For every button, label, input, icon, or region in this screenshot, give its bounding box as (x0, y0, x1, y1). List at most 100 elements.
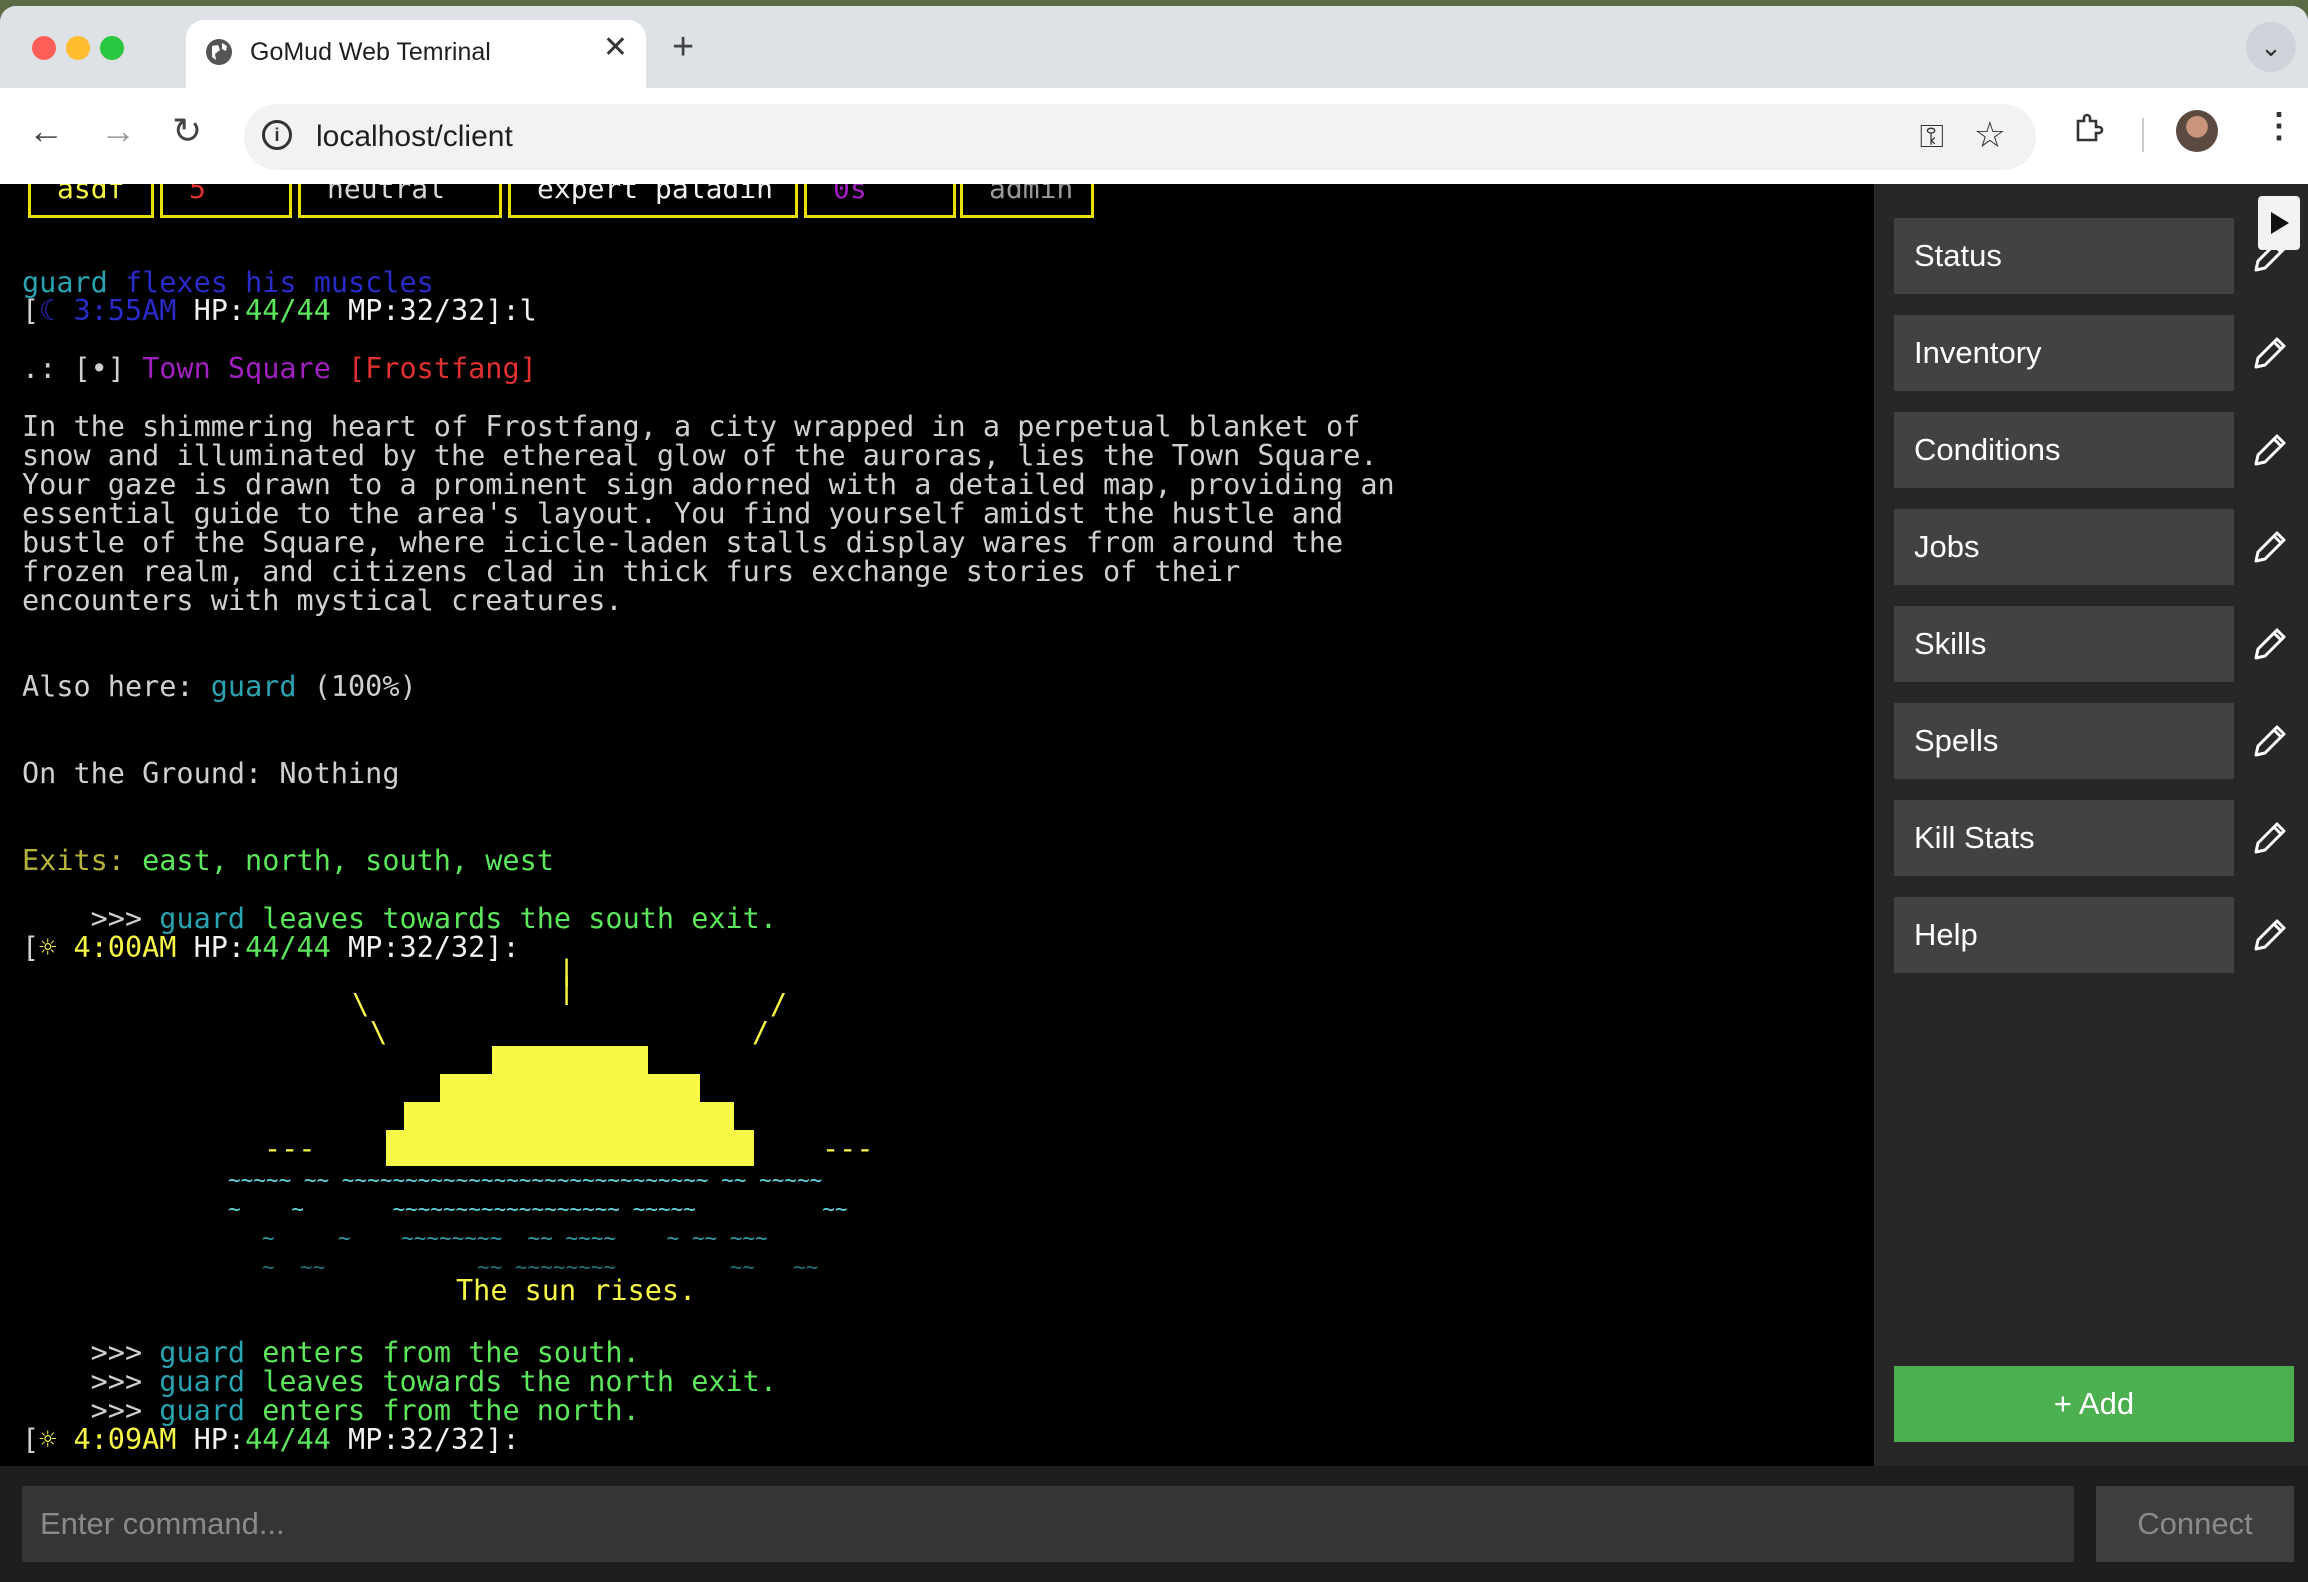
sun-shape (492, 1046, 648, 1076)
toolbar-divider (2142, 118, 2144, 152)
sidebar-item-conditions[interactable]: Conditions (1894, 412, 2234, 488)
sidebar: Status Inventory Conditions Jobs Skills … (1874, 184, 2308, 1466)
edit-pencil-icon[interactable] (2248, 622, 2292, 666)
connect-button[interactable]: Connect (2096, 1486, 2294, 1562)
ground-line: On the Ground: Nothing (22, 757, 400, 790)
password-key-icon[interactable]: ⚿ (1920, 118, 1944, 156)
sidebar-item-skills[interactable]: Skills (1894, 606, 2234, 682)
add-panel-button[interactable]: + Add (1894, 1366, 2294, 1442)
sidebar-toggle-button[interactable] (2258, 196, 2300, 250)
sun-shape (440, 1074, 700, 1104)
mp-value: 32/32 (399, 294, 486, 327)
room-description-line: essential guide to the area's layout. Yo… (22, 497, 1344, 530)
hp-value: 44/44 (245, 294, 331, 327)
page-content: asdf 5 neutral expert paladin 0s admin g… (0, 184, 2308, 1582)
command-bar: Connect (0, 1466, 2308, 1582)
profile-avatar[interactable] (2176, 110, 2218, 152)
prompt-line: [☼ 4:00AM HP:44/44 MP:32/32]: (22, 933, 520, 962)
status-box-name: asdf (28, 184, 154, 218)
bookmark-star-icon[interactable]: ☆ (1974, 114, 2006, 156)
exits-list: east, north, south, west (142, 844, 554, 877)
edit-pencil-icon[interactable] (2248, 719, 2292, 763)
url-text: localhost/client (316, 120, 513, 153)
mp-label: MP: (330, 294, 400, 327)
sidebar-item-help[interactable]: Help (1894, 897, 2234, 973)
edit-pencil-icon[interactable] (2248, 816, 2292, 860)
status-box-time: 0s (804, 184, 956, 218)
prompt-bracket: [ (22, 1423, 40, 1456)
prompt-suffix: ]: (485, 931, 520, 964)
prompt-line: [☼ 4:09AM HP:44/44 MP:32/32]: (22, 1425, 520, 1454)
room-area: [Frostfang] (330, 352, 537, 385)
event-line: >>> guard enters from the south. (22, 1338, 640, 1367)
event-line: >>> guard leaves towards the south exit. (22, 904, 777, 933)
edit-pencil-icon[interactable] (2248, 525, 2292, 569)
sun-ray-left: \ (352, 988, 370, 1021)
hp-value: 44/44 (245, 931, 331, 964)
room-title-line: .: [•] Town Square [Frostfang] (22, 354, 537, 383)
edit-pencil-icon[interactable] (2248, 913, 2292, 957)
prompt-command: ]:l (485, 294, 537, 327)
sidebar-item-jobs[interactable]: Jobs (1894, 509, 2234, 585)
horizon-dash: --- (264, 1132, 316, 1165)
mp-label: MP: (330, 1423, 400, 1456)
horizon-dash: --- (822, 1132, 874, 1165)
sidebar-item-inventory[interactable]: Inventory (1894, 315, 2234, 391)
room-description-line: encounters with mystical creatures. (22, 584, 623, 617)
close-window-button[interactable] (32, 36, 56, 60)
command-input[interactable] (22, 1486, 2074, 1562)
mp-value: 32/32 (399, 931, 486, 964)
prompt-suffix: ]: (485, 1423, 520, 1456)
sun-shape (386, 1130, 754, 1166)
hp-label: HP: (176, 1423, 246, 1456)
site-info-icon[interactable]: i (262, 120, 292, 150)
address-bar[interactable]: i localhost/client ⚿ ☆ (244, 104, 2036, 170)
tab-search-chevron-icon[interactable]: ⌄ (2246, 22, 2296, 72)
sidebar-item-spells[interactable]: Spells (1894, 703, 2234, 779)
prompt-time: ☼ 4:09AM (39, 1423, 177, 1456)
hp-label: HP: (176, 294, 246, 327)
browser-toolbar: ← → ↻ i localhost/client ⚿ ☆ ⋮ (0, 88, 2308, 184)
sun-ray-right: / (752, 1016, 770, 1049)
browser-menu-icon[interactable]: ⋮ (2262, 106, 2296, 146)
back-arrow-icon[interactable]: ← (28, 110, 64, 152)
prompt-line: [☾ 3:55AM HP:44/44 MP:32/32]:l (22, 296, 537, 325)
terminal-line: guard flexes his muscles (22, 268, 434, 297)
room-description-line: In the shimmering heart of Frostfang, a … (22, 410, 1361, 443)
exits-line: Exits: east, north, south, west (22, 846, 554, 875)
npc-health: (100%) (296, 670, 417, 703)
hp-value: 44/44 (245, 1423, 331, 1456)
room-description-line: frozen realm, and citizens clad in thick… (22, 555, 1241, 588)
browser-window: GoMud Web Temrinal ✕ + ⌄ ← → ↻ i localho… (0, 6, 2308, 1582)
minimize-window-button[interactable] (66, 36, 90, 60)
extensions-puzzle-icon[interactable] (2072, 112, 2104, 144)
room-description-line: bustle of the Square, where icicle-laden… (22, 526, 1344, 559)
browser-tab[interactable]: GoMud Web Temrinal ✕ (186, 20, 646, 92)
also-here-label: Also here: (22, 670, 211, 703)
tab-title: GoMud Web Temrinal (250, 38, 491, 66)
sea-waves: ~ ~ ~~~~~~~~~~~~~~~~~~ ~~~~~ ~~ (228, 1197, 848, 1221)
reload-icon[interactable]: ↻ (172, 110, 202, 152)
sun-ray-left: \ (370, 1016, 388, 1049)
edit-pencil-icon[interactable] (2248, 331, 2292, 375)
play-triangle-icon (2271, 212, 2289, 234)
sea-waves: ~ ~ ~~~~~~~~ ~~ ~~~~ ~ ~~ ~~~ (262, 1226, 768, 1250)
terminal-output: asdf 5 neutral expert paladin 0s admin g… (0, 184, 1874, 1466)
status-box-class: expert paladin (508, 184, 798, 218)
status-box-alignment: neutral (298, 184, 502, 218)
sidebar-item-status[interactable]: Status (1894, 218, 2234, 294)
maximize-window-button[interactable] (100, 36, 124, 60)
exits-label: Exits: (22, 844, 143, 877)
hp-label: HP: (176, 931, 246, 964)
sun-shape (404, 1102, 734, 1132)
edit-pencil-icon[interactable] (2248, 428, 2292, 472)
forward-arrow-icon[interactable]: → (100, 110, 136, 152)
status-box-level: 5 (160, 184, 292, 218)
sidebar-item-kill-stats[interactable]: Kill Stats (1894, 800, 2234, 876)
tab-close-icon[interactable]: ✕ (603, 30, 628, 65)
room-description-line: Your gaze is drawn to a prominent sign a… (22, 468, 1395, 501)
npc-name: guard (210, 670, 297, 703)
room-description-line: snow and illuminated by the ethereal glo… (22, 439, 1378, 472)
new-tab-button[interactable]: + (672, 26, 694, 69)
sun-caption: The sun rises. (456, 1274, 697, 1307)
